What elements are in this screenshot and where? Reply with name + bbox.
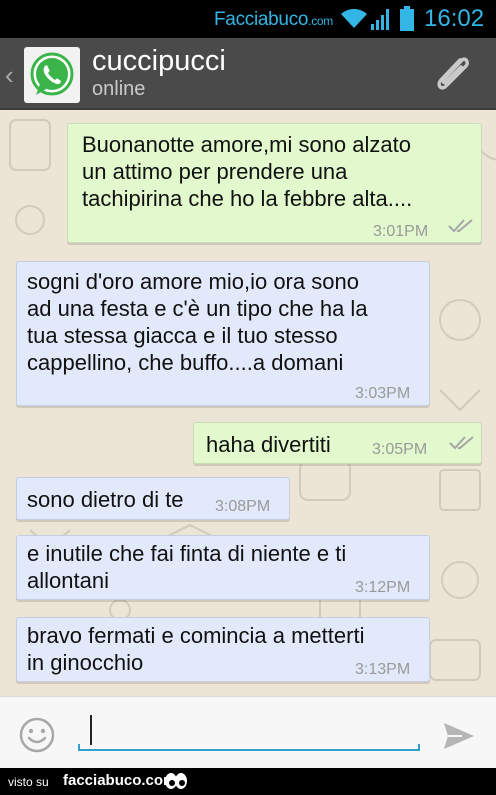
message-text: sono dietro di te [27, 486, 184, 513]
message-line: Buonanotte amore,mi sono alzato [82, 132, 411, 157]
chat-header: ‹ cuccipucci online [0, 38, 496, 110]
incoming-message[interactable]: sono dietro di te 3:08PM [16, 477, 290, 520]
message-text: Buonanotte amore,mi sono alzato un attimo… [82, 131, 412, 212]
message-line: in ginocchio [27, 650, 144, 675]
message-line: haha divertiti [206, 432, 331, 457]
message-text: bravo fermati e comincia a metterti in gi… [27, 622, 364, 676]
message-line: tachipirina che ho la febbre alta.... [82, 186, 413, 211]
message-line: allontani [27, 568, 109, 593]
signal-icon [371, 9, 389, 30]
input-underline [78, 744, 420, 751]
message-line: tua stessa giacca e il tuo stesso [27, 323, 338, 348]
battery-icon [400, 6, 414, 31]
status-bar: Facciabuco.com 16:02 [0, 0, 496, 38]
message-line: ad una festa e c'è un tipo che ha la [27, 296, 368, 321]
outgoing-message[interactable]: haha divertiti 3:05PM [193, 422, 482, 464]
message-line: cappellino, che buffo....a domani [27, 350, 344, 375]
double-check-icon [448, 219, 473, 233]
whatsapp-logo-icon [30, 52, 74, 96]
avatar[interactable] [24, 47, 80, 103]
status-brand-suffix: .com [308, 14, 333, 28]
contact-name[interactable]: cuccipucci [92, 45, 226, 78]
message-line: sono dietro di te [27, 487, 184, 512]
contact-status: online [92, 78, 146, 100]
incoming-message[interactable]: sogni d'oro amore mio,io ora sono ad una … [16, 261, 430, 406]
message-timestamp: 3:01PM [373, 223, 429, 240]
status-brand: Facciabuco.com [214, 9, 333, 31]
composer-bar [0, 696, 496, 768]
message-input[interactable] [80, 713, 418, 747]
paperclip-icon[interactable] [430, 54, 476, 94]
outgoing-message[interactable]: Buonanotte amore,mi sono alzato un attimo… [67, 123, 482, 243]
back-chevron-icon[interactable]: ‹ [5, 60, 14, 91]
watermark-bar: visto su facciabuco.com [0, 768, 496, 795]
message-timestamp: 3:13PM [355, 661, 411, 678]
chat-area[interactable]: Buonanotte amore,mi sono alzato un attimo… [0, 110, 496, 696]
watermark-site: facciabuco.com [63, 772, 177, 789]
message-line: un attimo per prendere una [82, 159, 348, 184]
status-brand-name: Facciabuco [214, 9, 309, 30]
eyes-logo-icon [165, 773, 187, 789]
message-timestamp: 3:12PM [355, 579, 411, 596]
message-timestamp: 3:03PM [355, 385, 411, 402]
text-cursor [90, 715, 92, 745]
incoming-message[interactable]: bravo fermati e comincia a metterti in gi… [16, 617, 430, 682]
watermark-visto: visto su [8, 775, 49, 789]
message-line: e inutile che fai finta di niente e ti [27, 541, 347, 566]
message-timestamp: 3:05PM [372, 441, 428, 458]
message-text: e inutile che fai finta di niente e ti al… [27, 540, 346, 594]
message-text: sogni d'oro amore mio,io ora sono ad una … [27, 268, 368, 376]
status-time: 16:02 [424, 5, 485, 32]
wifi-icon [341, 8, 367, 28]
message-text: haha divertiti [206, 431, 331, 458]
smiley-icon[interactable] [19, 717, 55, 753]
send-icon[interactable] [442, 721, 476, 751]
double-check-icon [449, 436, 474, 450]
message-timestamp: 3:08PM [215, 498, 271, 515]
incoming-message[interactable]: e inutile che fai finta di niente e ti al… [16, 535, 430, 600]
message-line: sogni d'oro amore mio,io ora sono [27, 269, 359, 294]
message-line: bravo fermati e comincia a metterti [27, 623, 365, 648]
